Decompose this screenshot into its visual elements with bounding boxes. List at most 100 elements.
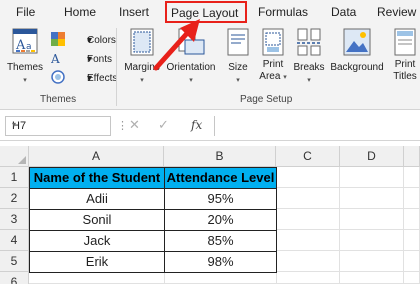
themes-button[interactable]: A a Themes ▾ (4, 26, 46, 90)
cell-c6[interactable] (277, 272, 340, 284)
cell-e5[interactable] (404, 251, 420, 272)
ribbon: A a Themes ▾ Colors ▾ A Fonts ▾ Effects … (0, 24, 420, 110)
ribbon-tab-bar: File Home Insert Page Layout Formulas Da… (0, 0, 420, 24)
annotation-arrow-icon (153, 19, 200, 71)
themes-label: Themes (6, 62, 44, 73)
name-box[interactable]: H7 ▾ (5, 116, 111, 136)
row-header-2[interactable]: 2 (0, 188, 29, 209)
cell-e1[interactable] (404, 167, 420, 188)
fonts-icon: A (51, 52, 60, 65)
cell-d5[interactable] (340, 251, 404, 272)
column-header-b[interactable]: B (164, 146, 276, 167)
breaks-button[interactable]: Breaks ▾ (292, 26, 326, 90)
table-header-student-name[interactable]: Name of the Student (29, 167, 165, 189)
cell-d4[interactable] (340, 230, 404, 251)
column-header-e[interactable] (404, 146, 420, 167)
row-header-1[interactable]: 1 (0, 167, 29, 188)
cancel-icon[interactable]: ✕ (129, 117, 140, 133)
tab-home[interactable]: Home (64, 5, 96, 19)
tab-insert[interactable]: Insert (119, 5, 149, 19)
print-titles-label-line1: Print (394, 59, 416, 70)
print-titles-label-line2: Titles (393, 71, 417, 82)
table-cell-attendance[interactable]: 98% (165, 252, 277, 273)
print-titles-button[interactable]: Print Titles (389, 26, 420, 90)
enter-icon[interactable]: ✓ (158, 117, 169, 133)
size-caret-icon: ▾ (236, 77, 240, 84)
tab-review[interactable]: Review (377, 5, 416, 19)
themes-caret-icon: ▾ (23, 77, 27, 84)
cell-e4[interactable] (404, 230, 420, 251)
svg-text:A: A (51, 52, 60, 65)
formula-input[interactable] (214, 116, 420, 136)
row-header-4[interactable]: 4 (0, 230, 29, 251)
fonts-caret-icon: ▾ (87, 54, 93, 65)
fonts-button[interactable]: A Fonts ▾ (49, 48, 115, 66)
cell-c2[interactable] (277, 188, 340, 209)
cell-d1[interactable] (340, 167, 404, 188)
background-button[interactable]: Background (327, 26, 387, 90)
formula-bar: H7 ▾ ⋮ ✕ ✓ fx (0, 111, 420, 141)
select-all-corner[interactable] (0, 146, 29, 167)
colors-caret-icon: ▾ (87, 35, 93, 46)
cell-e3[interactable] (404, 209, 420, 230)
row-header-5[interactable]: 5 (0, 251, 29, 272)
cell-d3[interactable] (340, 209, 404, 230)
column-header-c[interactable]: C (276, 146, 340, 167)
column-header-a[interactable]: A (29, 146, 164, 167)
cell-d6[interactable] (340, 272, 404, 284)
name-box-dropdown-icon[interactable]: ▾ (12, 120, 106, 129)
breaks-label: Breaks (293, 62, 325, 73)
table-cell-attendance[interactable]: 95% (165, 189, 277, 210)
cell-e2[interactable] (404, 188, 420, 209)
margins-caret-icon: ▾ (140, 77, 144, 84)
colors-button[interactable]: Colors ▾ (49, 29, 116, 47)
cell-a6[interactable] (29, 273, 165, 284)
column-header-d[interactable]: D (340, 146, 404, 167)
effects-button[interactable]: Effects ▾ (49, 67, 117, 85)
table-header-attendance[interactable]: Attendance Level (164, 167, 277, 189)
effects-caret-icon: ▾ (87, 73, 93, 84)
themes-icon: A a (12, 28, 38, 54)
table-cell-attendance[interactable]: 85% (165, 231, 277, 252)
background-label: Background (330, 62, 384, 73)
themes-group-label: Themes (40, 94, 77, 105)
effects-icon (51, 70, 65, 84)
cell-e6[interactable] (404, 272, 420, 284)
row-header-3[interactable]: 3 (0, 209, 29, 230)
insert-function-icon[interactable]: fx (191, 118, 202, 132)
colors-icon (51, 32, 65, 46)
print-area-button[interactable]: Print Area ▾ (256, 26, 290, 90)
print-area-label-text: Area (259, 71, 281, 82)
spreadsheet-grid: A B C D 1 2 3 4 5 6 Name of the Student … (0, 146, 420, 284)
tab-formulas[interactable]: Formulas (258, 5, 308, 19)
table-cell-name[interactable]: Adii (29, 189, 165, 210)
orientation-caret-icon: ▾ (189, 77, 193, 84)
table-cell-name[interactable]: Sonil (29, 210, 165, 231)
formula-bar-grip-icon[interactable]: ⋮ (117, 119, 128, 132)
table-cell-name[interactable]: Jack (29, 231, 165, 252)
size-button[interactable]: Size ▾ (222, 26, 254, 90)
cell-c1[interactable] (277, 167, 340, 188)
table-cell-name[interactable]: Erik (29, 252, 165, 273)
table-cell-attendance[interactable]: 20% (165, 210, 277, 231)
select-all-triangle-icon (18, 156, 26, 164)
cell-c3[interactable] (277, 209, 340, 230)
cell-c4[interactable] (277, 230, 340, 251)
size-label: Size (228, 62, 248, 73)
breaks-caret-icon: ▾ (307, 77, 311, 84)
background-icon (343, 28, 371, 56)
cell-d2[interactable] (340, 188, 404, 209)
print-area-icon (262, 28, 284, 56)
print-area-caret-icon: ▾ (283, 74, 287, 81)
cell-c5[interactable] (277, 251, 340, 272)
tab-data[interactable]: Data (331, 5, 356, 19)
print-area-label-line2: Area ▾ (256, 71, 290, 84)
print-area-label-line1: Print (262, 59, 284, 70)
tab-file[interactable]: File (16, 5, 35, 19)
ribbon-separator (116, 28, 117, 106)
size-icon (227, 28, 249, 56)
breaks-icon (297, 28, 321, 56)
row-header-6[interactable]: 6 (0, 272, 29, 284)
page-setup-group-label: Page Setup (240, 94, 293, 105)
cell-b6[interactable] (165, 273, 277, 284)
